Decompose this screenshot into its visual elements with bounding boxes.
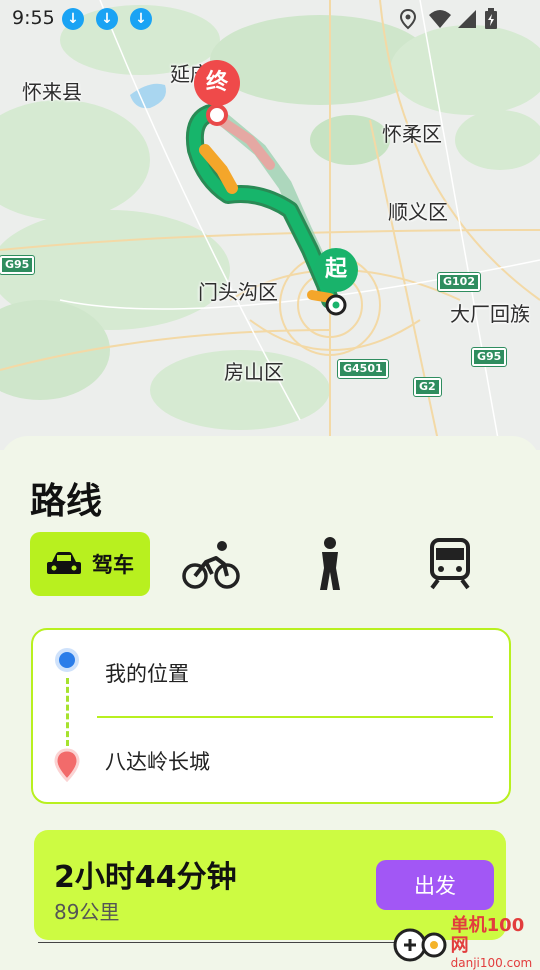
download-icon: ↓ bbox=[62, 8, 84, 30]
origin-field[interactable]: 我的位置 bbox=[105, 658, 189, 688]
start-marker[interactable]: 起 bbox=[314, 248, 358, 292]
highway-shield: G2 bbox=[413, 377, 442, 397]
destination-pin-icon bbox=[54, 748, 80, 782]
map-label-mentougou: 门头沟区 bbox=[198, 280, 278, 304]
map-label-huailai: 怀来县 bbox=[22, 80, 82, 104]
train-icon[interactable] bbox=[428, 538, 472, 590]
download-icon: ↓ bbox=[96, 8, 118, 30]
destination-field[interactable]: 八达岭长城 bbox=[105, 746, 210, 776]
walking-icon[interactable] bbox=[312, 536, 348, 592]
bicycle-icon[interactable] bbox=[182, 540, 240, 590]
route-duration: 2小时44分钟 bbox=[54, 860, 237, 895]
wifi-icon bbox=[429, 10, 451, 28]
download-icon: ↓ bbox=[130, 8, 152, 30]
end-marker[interactable]: 终 bbox=[194, 60, 240, 106]
map-label-huairou: 怀柔区 bbox=[382, 122, 442, 146]
status-time: 9:55 bbox=[12, 7, 55, 29]
route-distance: 89公里 bbox=[54, 900, 120, 924]
map-label-dachang: 大厂回族 bbox=[450, 302, 530, 326]
location-icon bbox=[399, 8, 417, 30]
route-input-card: 我的位置 八达岭长城 bbox=[31, 628, 511, 804]
watermark-brand: 单机100网 bbox=[450, 915, 525, 956]
route-connector bbox=[66, 678, 69, 746]
watermark-icon bbox=[393, 928, 447, 962]
highway-shield: G4501 bbox=[337, 359, 389, 379]
page-title: 路线 bbox=[30, 481, 103, 522]
origin-dot-icon bbox=[55, 648, 79, 672]
highway-shield: G95 bbox=[470, 347, 508, 367]
mode-drive-button[interactable]: 驾车 bbox=[30, 532, 150, 596]
car-icon bbox=[47, 552, 81, 574]
divider bbox=[38, 942, 440, 943]
route-panel: 路线 驾车 我的位置 八达岭长城 2小时44分钟 89公里 出发 单机100网 … bbox=[0, 436, 540, 970]
battery-icon bbox=[485, 8, 497, 29]
highway-shield: G102 bbox=[437, 272, 481, 292]
signal-icon bbox=[458, 10, 476, 28]
mode-drive-label: 驾车 bbox=[92, 553, 134, 577]
watermark-logo: 单机100网 danji100.com bbox=[392, 916, 540, 970]
highway-shield: G95 bbox=[0, 255, 36, 275]
go-button[interactable]: 出发 bbox=[376, 860, 494, 910]
map-view[interactable]: 9:55 ↓ ↓ ↓ 怀来县 延庆 怀柔区 顺义区 门头沟区 大厂回族 房山区 … bbox=[0, 0, 540, 450]
map-label-shunyi: 顺义区 bbox=[388, 200, 448, 224]
map-label-fangshan: 房山区 bbox=[224, 360, 284, 384]
watermark-url: danji100.com bbox=[450, 956, 533, 970]
status-bar: 9:55 ↓ ↓ ↓ bbox=[0, 0, 540, 38]
route-divider bbox=[97, 716, 493, 718]
